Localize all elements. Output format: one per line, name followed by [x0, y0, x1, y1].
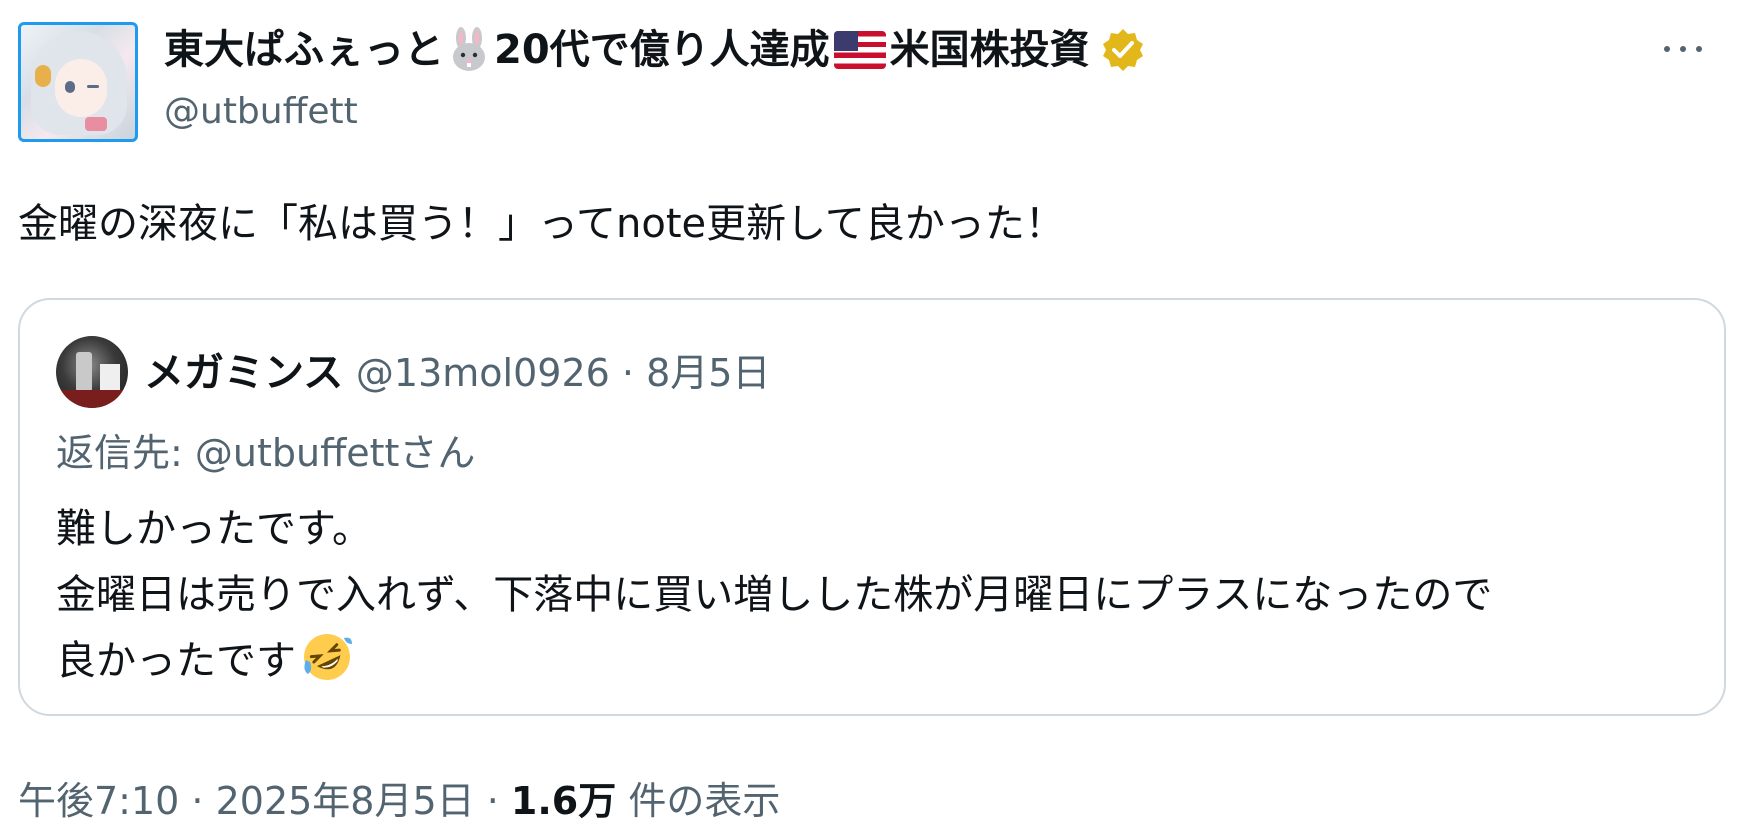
quoted-body-line: 金曜日は売りで入れず、下落中に買い増しした株が月曜日にプラスになったので	[56, 572, 1493, 618]
quoted-tweet[interactable]: メガミンス @13mol0926 · 8月5日 返信先: @utbuffettさ…	[18, 298, 1726, 716]
avatar-wink	[87, 85, 99, 88]
views-count: 1.6万	[510, 779, 617, 823]
author-display-name[interactable]: 東大ぱふぇっと 20代で億り人達成 米国株投資	[164, 22, 1146, 78]
rabbit-icon	[453, 27, 485, 71]
avatar-detail	[56, 390, 128, 408]
meta-separator: ·	[179, 779, 216, 823]
more-icon[interactable]	[1660, 34, 1706, 64]
quoted-body-text: 良かったです	[56, 638, 296, 684]
tweet-card: 東大ぱふぇっと 20代で億り人達成 米国株投資 @utbuffett 金曜の深夜…	[0, 0, 1744, 832]
avatar-ribbon	[85, 117, 107, 131]
quoted-body: 難しかったです。 金曜日は売りで入れず、下落中に買い増しした株が月曜日にプラスに…	[56, 496, 1492, 694]
author-avatar[interactable]	[18, 22, 138, 142]
quoted-author-name[interactable]: メガミンス	[144, 350, 343, 396]
quoted-reply-to: 返信先: @utbuffettさん	[56, 431, 476, 475]
tweet-meta: 午後7:10 · 2025年8月5日 · 1.6万 件の表示	[18, 774, 780, 828]
avatar-hair-clip	[35, 65, 51, 87]
quoted-date[interactable]: 8月5日	[646, 351, 770, 395]
author-name-part2: 20代で億り人達成	[494, 27, 830, 73]
quoted-header: メガミンス @13mol0926 · 8月5日	[144, 346, 770, 400]
verified-badge-icon[interactable]	[1100, 27, 1146, 73]
quoted-body-line-last: 良かったです	[56, 628, 1492, 694]
meta-separator: ·	[474, 779, 511, 823]
author-name-part3: 米国株投資	[889, 27, 1090, 73]
avatar-eye	[65, 81, 75, 93]
quoted-author-handle[interactable]: @13mol0926	[356, 351, 610, 395]
us-flag-icon	[833, 31, 886, 69]
quoted-separator: ·	[609, 351, 647, 395]
views-label: 件の表示	[616, 779, 781, 823]
tweet-time[interactable]: 午後7:10	[18, 779, 179, 823]
avatar-detail	[76, 352, 92, 392]
author-handle[interactable]: @utbuffett	[164, 88, 358, 136]
quoted-body-line: 難しかったです。	[56, 506, 372, 552]
tweet-date[interactable]: 2025年8月5日	[216, 779, 475, 823]
author-name-part1: 東大ぱふぇっと	[164, 27, 444, 73]
avatar-face	[55, 59, 107, 117]
avatar-detail	[100, 364, 120, 390]
quoted-author-avatar[interactable]	[56, 336, 128, 408]
tweet-text: 金曜の深夜に「私は買う！」ってnote更新して良かった！	[18, 201, 1065, 247]
rolling-on-floor-laughing-icon	[304, 634, 352, 680]
